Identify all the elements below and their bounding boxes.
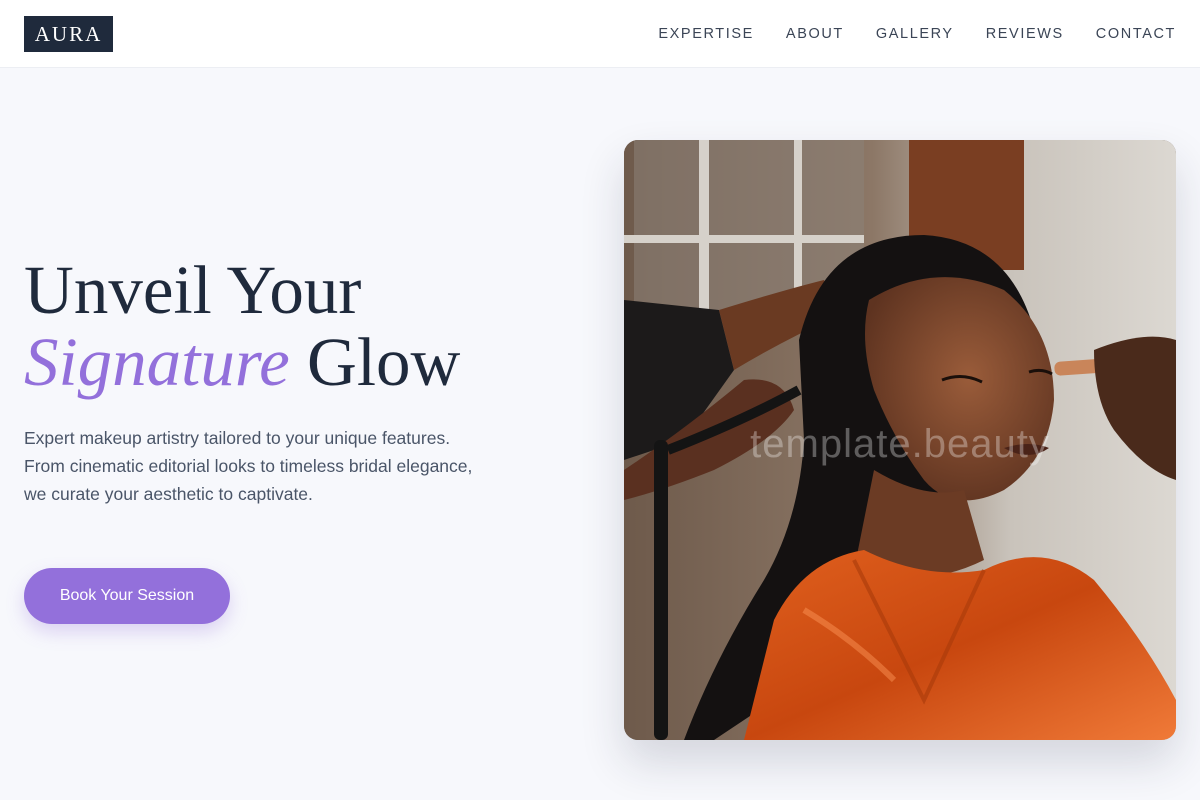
brand-logo[interactable]: AURA <box>24 16 113 52</box>
nav-link-about[interactable]: ABOUT <box>786 26 844 42</box>
hero-description: Expert makeup artistry tailored to your … <box>24 428 473 504</box>
nav-link-gallery[interactable]: GALLERY <box>876 26 954 42</box>
image-watermark: template.beauty <box>750 422 1050 466</box>
nav-link-contact[interactable]: CONTACT <box>1096 26 1176 42</box>
hero-headline: Unveil Your Signature Glow <box>24 254 460 398</box>
headline-accent: Signature <box>24 324 290 400</box>
book-session-button[interactable]: Book Your Session <box>24 568 230 624</box>
nav-link-expertise[interactable]: EXPERTISE <box>658 26 754 42</box>
main-nav: EXPERTISE ABOUT GALLERY REVIEWS CONTACT <box>658 0 1176 68</box>
hero-image: template.beauty <box>624 140 1176 740</box>
nav-link-reviews[interactable]: REVIEWS <box>986 26 1064 42</box>
headline-line-1: Unveil Your <box>24 252 362 328</box>
headline-line-2-rest: Glow <box>289 324 461 400</box>
site-header: AURA EXPERTISE ABOUT GALLERY REVIEWS CON… <box>0 0 1200 68</box>
